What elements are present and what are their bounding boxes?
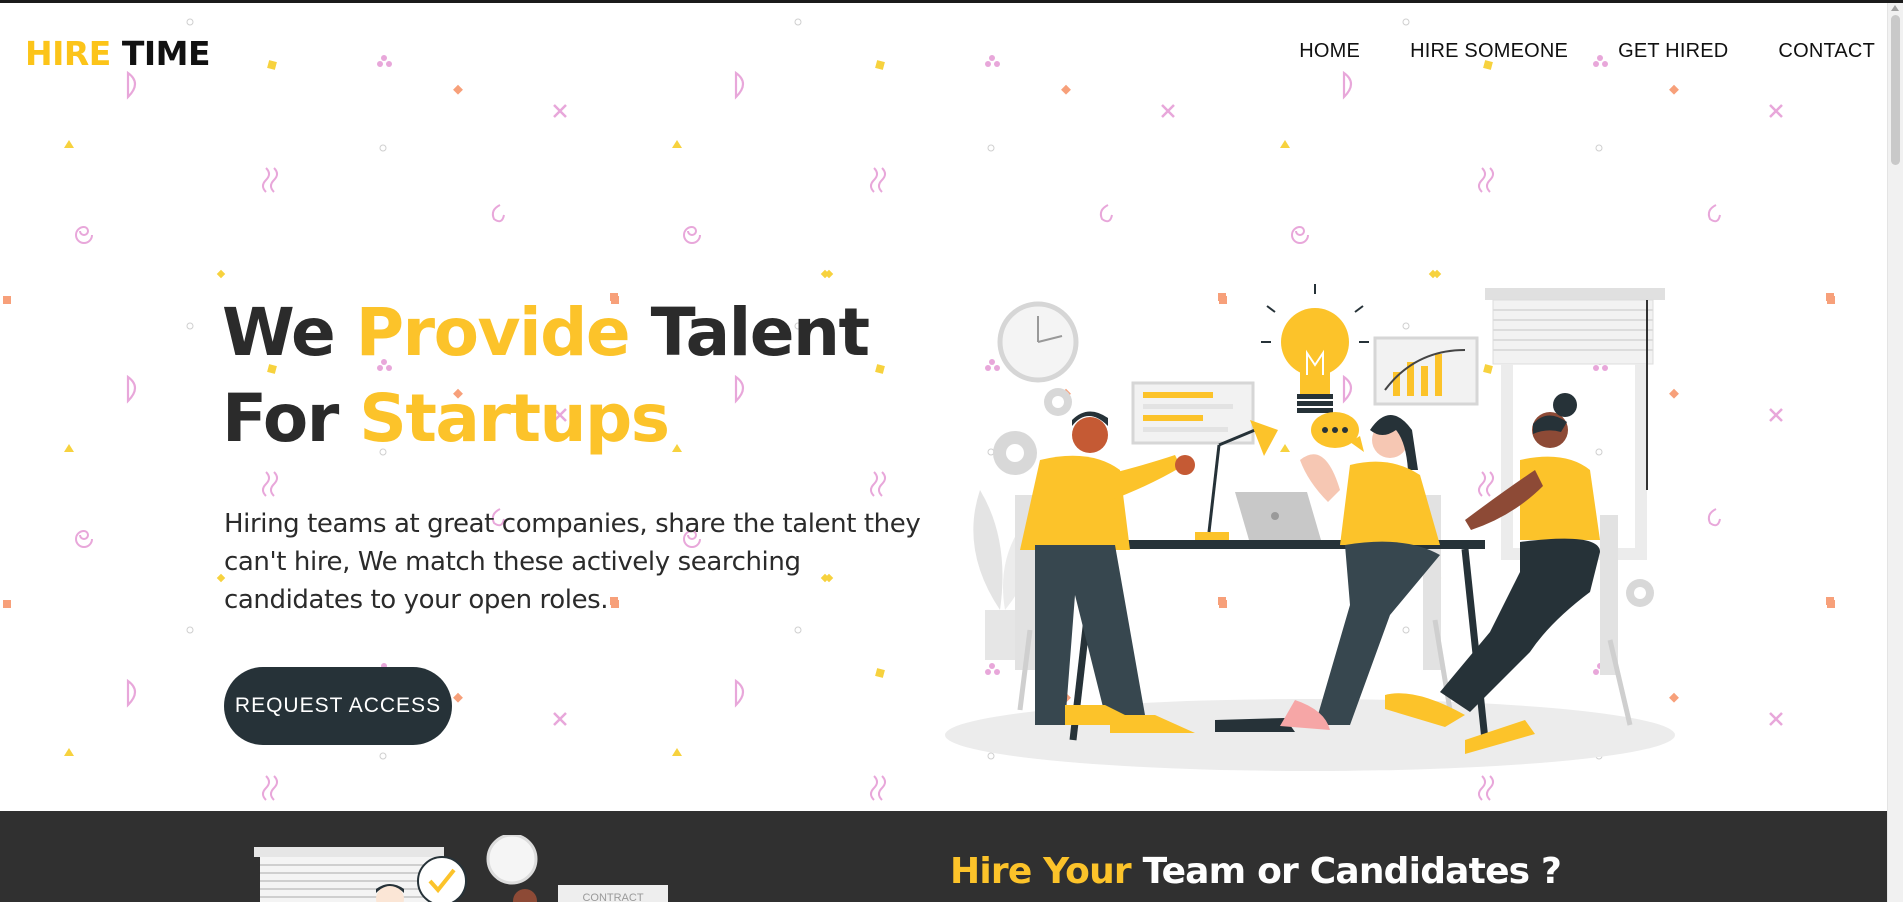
hero-title-part1: We — [222, 294, 356, 371]
hero-title-highlight1: Provide — [355, 294, 631, 371]
hire-section-illustration: CONTRACT — [254, 835, 668, 902]
main-nav: HOME HIRE SOMEONE GET HIRED CONTACT — [1249, 40, 1875, 63]
nav-get-hired[interactable]: GET HIRED — [1618, 40, 1728, 63]
hire-section-title-rest: Team or Candidates ? — [1130, 851, 1562, 892]
nav-home[interactable]: HOME — [1299, 40, 1360, 63]
clock-icon — [997, 301, 1079, 383]
request-access-button[interactable]: REQUEST ACCESS — [224, 667, 452, 745]
lightbulb-icon — [1261, 284, 1369, 413]
contract-label: CONTRACT — [582, 892, 643, 902]
hero-description: Hiring teams at great companies, share t… — [224, 509, 921, 615]
nav-hire-someone[interactable]: HIRE SOMEONE — [1410, 40, 1568, 63]
checkmark-icon — [417, 856, 467, 902]
logo[interactable]: HIRE TIME — [25, 34, 211, 73]
hero-title-highlight2: Startups — [359, 380, 670, 457]
scroll-up-icon[interactable] — [1891, 5, 1899, 11]
hire-section-title: Hire Your Team or Candidates ? — [950, 851, 1562, 892]
page-scrollbar[interactable] — [1887, 3, 1903, 902]
scrollbar-thumb[interactable] — [1891, 15, 1900, 165]
logo-dark: TIME — [121, 34, 211, 73]
laptop-icon — [1235, 492, 1321, 540]
nav-contact[interactable]: CONTACT — [1778, 40, 1875, 63]
logo-accent: HIRE — [25, 34, 111, 73]
hero-title: We Provide Talent For Startups — [222, 290, 982, 462]
hire-section: CONTRACT Hire Your Team or Candidates ? — [0, 811, 1887, 902]
team-meeting-illustration — [945, 284, 1675, 771]
hire-section-title-highlight: Hire Your — [950, 851, 1132, 892]
chat-bubble-icon — [1311, 412, 1364, 452]
